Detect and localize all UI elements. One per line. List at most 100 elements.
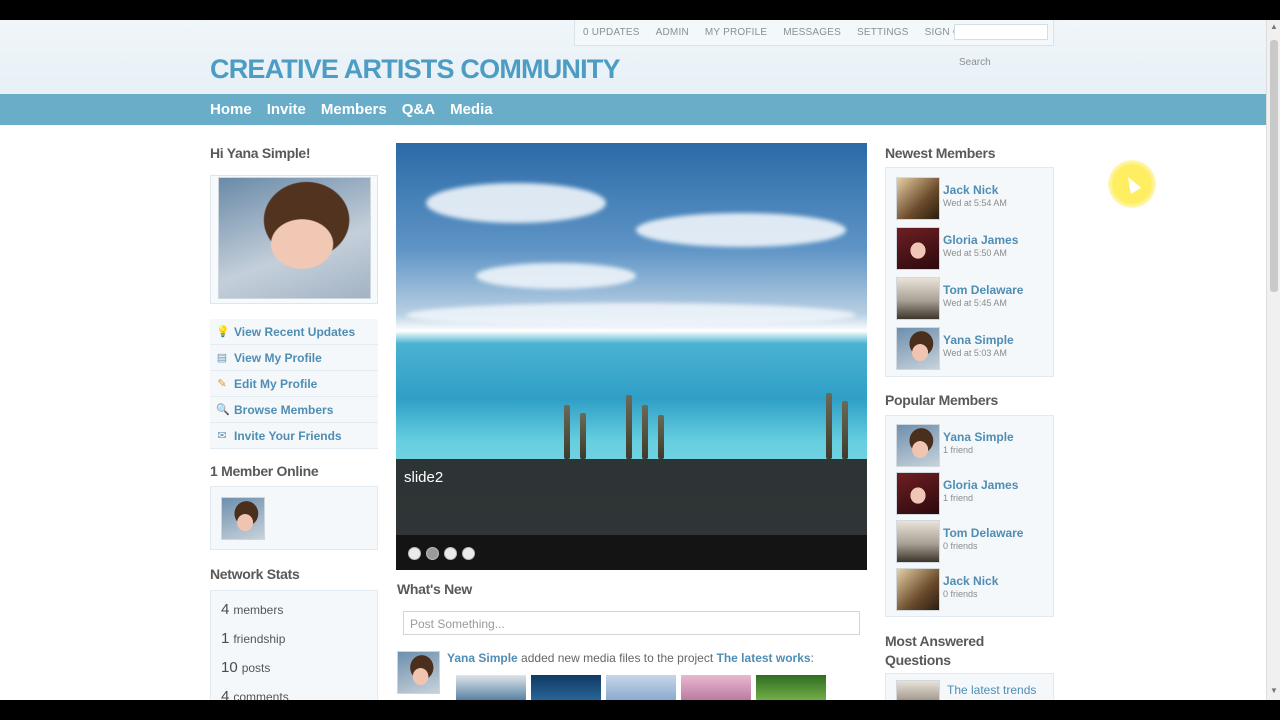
stat-value: 10 (221, 659, 238, 676)
menu-view-my-profile[interactable]: ▤ View My Profile (210, 345, 378, 371)
menu-label: Edit My Profile (234, 376, 318, 391)
member-friend-count: 0 friends (943, 589, 978, 599)
scroll-down-icon[interactable]: ▼ (1270, 686, 1278, 695)
question-link[interactable]: The latest trends (947, 683, 1036, 697)
activity-avatar[interactable] (397, 651, 440, 694)
member-name-link[interactable]: Yana Simple (943, 333, 1014, 347)
cloud-shape (406, 303, 856, 327)
nav-invite[interactable]: Invite (267, 101, 306, 118)
network-stats-box: 4 members 1 friendship 10 posts 4 commen… (210, 590, 378, 700)
media-thumbnail[interactable] (606, 675, 676, 700)
member-joined-time: Wed at 5:45 AM (943, 298, 1007, 308)
media-thumbnail[interactable] (531, 675, 601, 700)
stat-label[interactable]: comments (233, 690, 288, 700)
stat-label[interactable]: friendship (233, 632, 285, 646)
member-name-link[interactable]: Gloria James (943, 478, 1018, 492)
menu-label: Browse Members (234, 402, 334, 417)
search-label: Search (959, 57, 991, 68)
member-name-link[interactable]: Yana Simple (943, 430, 1014, 444)
popular-members-heading: Popular Members (885, 392, 998, 408)
search-input[interactable] (954, 24, 1048, 40)
main-navigation: Home Invite Members Q&A Media (0, 94, 1266, 125)
member-name-link[interactable]: Gloria James (943, 233, 1018, 247)
magnifier-icon: 🔍 (216, 403, 230, 416)
pier-post (626, 395, 632, 459)
stat-label[interactable]: posts (242, 661, 271, 675)
nav-qa[interactable]: Q&A (402, 101, 435, 118)
scroll-up-icon[interactable]: ▲ (1270, 22, 1278, 31)
activity-user-link[interactable]: Yana Simple (447, 651, 518, 665)
nav-messages-link[interactable]: MESSAGES (783, 27, 841, 38)
scrollbar-thumb[interactable] (1270, 40, 1278, 292)
question-avatar[interactable] (896, 680, 940, 700)
lightbulb-icon: 💡 (216, 325, 230, 338)
stat-label[interactable]: members (233, 603, 283, 617)
page-scrollbar[interactable]: ▲ ▼ (1266, 20, 1280, 700)
stat-comments: 4 comments (221, 688, 289, 700)
menu-label: View My Profile (234, 350, 322, 365)
nav-media[interactable]: Media (450, 101, 493, 118)
slider-dot-3[interactable] (444, 547, 457, 560)
envelope-icon: ✉ (217, 429, 227, 442)
slider-dot-2[interactable] (426, 547, 439, 560)
member-avatar[interactable] (896, 568, 940, 611)
member-avatar[interactable] (896, 327, 940, 370)
menu-invite-friends[interactable]: ✉ Invite Your Friends (210, 423, 378, 449)
nav-my-profile-link[interactable]: MY PROFILE (705, 27, 767, 38)
greeting-heading: Hi Yana Simple! (210, 145, 311, 161)
pier-post (658, 415, 664, 459)
nav-settings-link[interactable]: SETTINGS (857, 27, 909, 38)
member-avatar[interactable] (896, 277, 940, 320)
member-name-link[interactable]: Jack Nick (943, 183, 998, 197)
pier-post (642, 405, 648, 459)
menu-label: Invite Your Friends (234, 428, 342, 443)
stat-value: 1 (221, 630, 230, 647)
nav-admin-link[interactable]: ADMIN (656, 27, 689, 38)
member-avatar[interactable] (896, 424, 940, 467)
media-thumbnail[interactable] (456, 675, 526, 700)
stat-friendship: 1 friendship (221, 630, 285, 647)
menu-view-recent-updates[interactable]: 💡 View Recent Updates (210, 319, 378, 345)
online-member-avatar[interactable] (221, 497, 265, 540)
post-something-input[interactable]: Post Something... (403, 611, 860, 635)
profile-photo[interactable] (218, 177, 371, 299)
page: 0 UPDATES ADMIN MY PROFILE MESSAGES SETT… (0, 20, 1266, 700)
nav-home[interactable]: Home (210, 101, 252, 118)
nav-members[interactable]: Members (321, 101, 387, 118)
member-joined-time: Wed at 5:50 AM (943, 248, 1007, 258)
slider-dot-1[interactable] (408, 547, 421, 560)
cloud-shape (636, 213, 846, 247)
stat-posts: 10 posts (221, 659, 270, 676)
slider-dot-4[interactable] (462, 547, 475, 560)
menu-edit-my-profile[interactable]: ✎ Edit My Profile (210, 371, 378, 397)
member-avatar[interactable] (896, 177, 940, 220)
image-slider[interactable]: slide2 (396, 143, 867, 570)
activity-text: Yana Simple added new media files to the… (447, 651, 814, 665)
media-thumbnail[interactable] (681, 675, 751, 700)
member-avatar[interactable] (896, 472, 940, 515)
member-friend-count: 1 friend (943, 493, 974, 503)
network-stats-heading: Network Stats (210, 566, 300, 582)
questions-box: The latest trends (885, 673, 1054, 700)
activity-suffix: : (810, 651, 814, 665)
site-logo[interactable]: CREATIVE ARTISTS COMMUNITY (210, 54, 621, 85)
member-avatar[interactable] (896, 520, 940, 563)
member-friend-count: 0 friends (943, 541, 978, 551)
menu-browse-members[interactable]: 🔍 Browse Members (210, 397, 378, 423)
member-joined-time: Wed at 5:54 AM (943, 198, 1007, 208)
pencil-icon: ✎ (217, 377, 227, 390)
cloud-shape (426, 183, 606, 223)
media-thumbnail[interactable] (756, 675, 826, 700)
newest-members-heading: Newest Members (885, 145, 996, 161)
media-strip (456, 675, 826, 700)
member-avatar[interactable] (896, 227, 940, 270)
most-answered-heading: Most Answered Questions (885, 633, 985, 668)
member-name-link[interactable]: Tom Delaware (943, 283, 1023, 297)
member-name-link[interactable]: Tom Delaware (943, 526, 1023, 540)
nav-updates-link[interactable]: 0 UPDATES (583, 27, 640, 38)
activity-description: added new media files to the project (521, 651, 714, 665)
activity-project-link[interactable]: The latest works (717, 651, 811, 665)
member-name-link[interactable]: Jack Nick (943, 574, 998, 588)
member-friend-count: 1 friend (943, 445, 974, 455)
stat-value: 4 (221, 601, 230, 618)
